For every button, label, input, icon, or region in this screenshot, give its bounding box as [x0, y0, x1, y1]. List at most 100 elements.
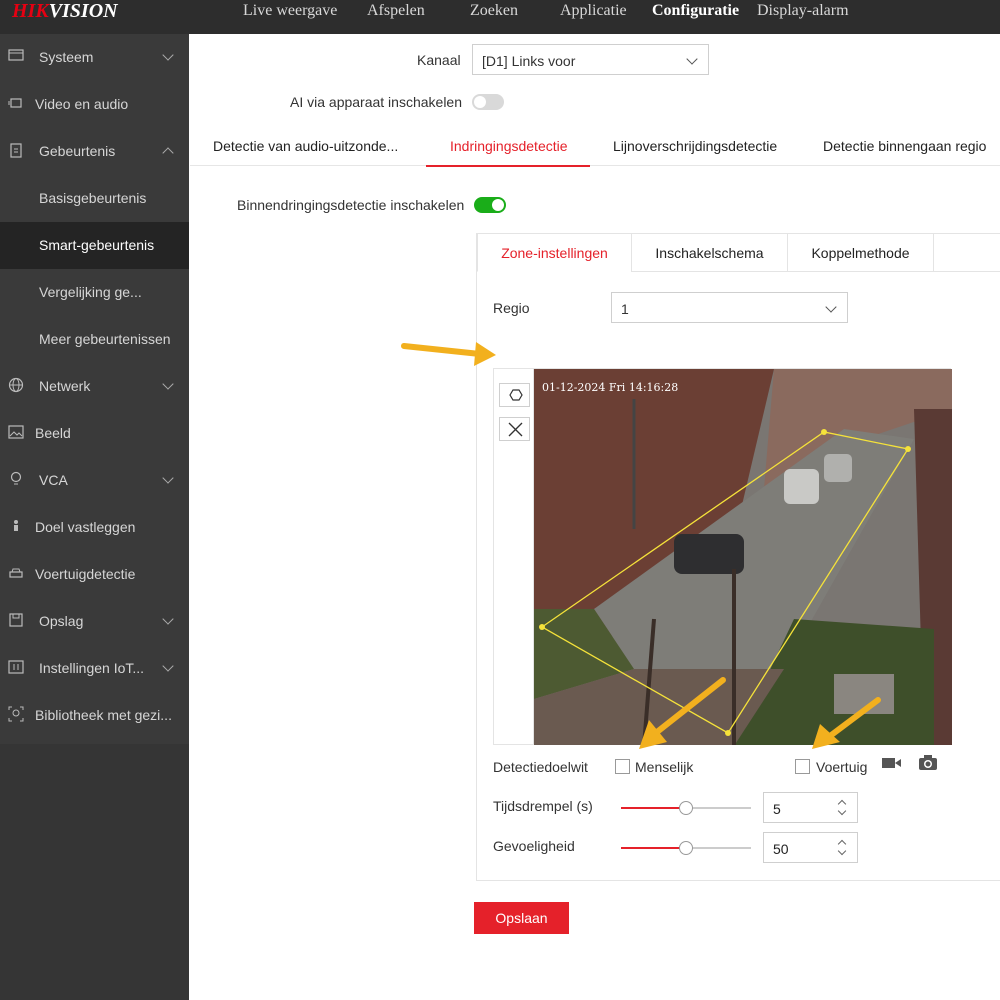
sidebar-item-iot-settings[interactable]: Instellingen IoT...	[0, 645, 189, 692]
toggle-knob	[492, 199, 504, 211]
toggle-knob	[474, 96, 486, 108]
sidebar-item-label: Opslag	[39, 613, 84, 629]
time-threshold-handle[interactable]	[679, 801, 693, 815]
sidebar-item-system[interactable]: Systeem	[0, 34, 189, 81]
subtab-linkage-method[interactable]: Koppelmethode	[787, 234, 934, 272]
sensitivity-label: Gevoeligheid	[493, 838, 575, 854]
sidebar-item-vehicle-detection[interactable]: Voertuigdetectie	[0, 551, 189, 598]
sidebar-item-label: Gebeurtenis	[39, 143, 116, 159]
globe-icon	[8, 377, 24, 393]
clear-zone-button[interactable]	[499, 417, 530, 441]
sensitivity-value: 50	[773, 841, 789, 857]
tab-intrusion-detection[interactable]: Indringingsdetectie	[450, 138, 568, 154]
chevron-down-icon	[162, 378, 174, 390]
intrusion-enable-label: Binnendringingsdetectie inschakelen	[237, 197, 465, 213]
subtab-zone-settings[interactable]: Zone-instellingen	[477, 234, 632, 272]
sidebar-item-label: Bibliotheek met gezi...	[35, 707, 172, 723]
sidebar-item-label: Smart-gebeurtenis	[39, 237, 155, 253]
time-threshold-fill	[621, 807, 686, 809]
sidebar-item-label: VCA	[39, 472, 68, 488]
sidebar: Systeem Video en audio Gebeurtenis Basis…	[0, 34, 189, 1000]
nav-live-view[interactable]: Live weergave	[243, 2, 337, 20]
zone-vertex[interactable]	[539, 624, 545, 630]
intrusion-enable-toggle[interactable]	[474, 197, 506, 213]
save-button[interactable]: Opslaan	[474, 902, 569, 934]
zone-vertex[interactable]	[821, 429, 827, 435]
sidebar-item-image[interactable]: Beeld	[0, 410, 189, 457]
sidebar-item-label: Netwerk	[39, 378, 91, 394]
annotation-arrow	[401, 342, 496, 366]
iot-icon	[8, 660, 24, 674]
sensitivity-fill	[621, 847, 686, 849]
region-select[interactable]: 1	[611, 292, 848, 323]
sidebar-item-storage[interactable]: Opslag	[0, 598, 189, 645]
zone-settings-panel: Zone-instellingen Inschakelschema Koppel…	[476, 233, 1000, 881]
sidebar-item-basic-event[interactable]: Basisgebeurtenis	[0, 175, 189, 222]
sidebar-item-label: Beeld	[35, 425, 71, 441]
sidebar-item-smart-event[interactable]: Smart-gebeurtenis	[0, 222, 189, 269]
close-icon	[508, 422, 523, 437]
region-select-value: 1	[621, 301, 629, 317]
sensitivity-handle[interactable]	[679, 841, 693, 855]
bulb-icon	[10, 471, 22, 485]
sidebar-empty-area	[0, 744, 189, 1000]
person-target-icon	[14, 520, 18, 531]
sidebar-item-face-library[interactable]: Bibliotheek met gezi...	[0, 692, 189, 739]
zone-vertex[interactable]	[905, 446, 911, 452]
sidebar-item-vca[interactable]: VCA	[0, 457, 189, 504]
active-tab-indicator	[426, 165, 590, 167]
hikvision-logo: HIKVISION	[12, 0, 118, 22]
face-icon	[8, 706, 24, 722]
ai-enable-label: AI via apparaat inschakelen	[290, 94, 462, 110]
tab-line-crossing[interactable]: Lijnoverschrijdingsdetectie	[613, 138, 777, 154]
polygon-icon	[509, 389, 523, 401]
nav-configuration[interactable]: Configuratie	[652, 2, 739, 20]
chevron-down-icon	[162, 472, 174, 484]
vehicle-checkbox[interactable]	[795, 759, 810, 774]
sidebar-item-network[interactable]: Netwerk	[0, 363, 189, 410]
top-bar: HIKVISION Live weergave Afspelen Zoeken …	[0, 0, 1000, 34]
sidebar-item-label: Video en audio	[35, 96, 129, 112]
sidebar-item-label: Systeem	[39, 49, 94, 65]
nav-display-alarm[interactable]: Display-alarm	[757, 2, 849, 20]
chevron-up-icon	[162, 147, 174, 159]
camera-snapshot-icon[interactable]	[917, 753, 939, 771]
sidebar-item-event[interactable]: Gebeurtenis	[0, 128, 189, 175]
sidebar-item-more-events[interactable]: Meer gebeurtenissen	[0, 316, 189, 363]
sidebar-item-target-capture[interactable]: Doel vastleggen	[0, 504, 189, 551]
clipboard-icon	[10, 143, 22, 158]
annotation-arrow	[639, 677, 726, 749]
chevron-down-icon	[686, 53, 698, 65]
sidebar-item-comparison[interactable]: Vergelijking ge...	[0, 269, 189, 316]
detection-tabs: Detectie van audio-uitzonde... Indringin…	[190, 130, 1000, 166]
camera-preview[interactable]: 01-12-2024 Fri 14:16:28	[533, 368, 952, 780]
camera-image: 01-12-2024 Fri 14:16:28	[534, 369, 952, 746]
tab-region-entrance[interactable]: Detectie binnengaan regio	[823, 138, 986, 154]
time-threshold-input[interactable]: 5	[763, 792, 858, 823]
sidebar-item-video-audio[interactable]: Video en audio	[0, 81, 189, 128]
car-icon	[9, 568, 23, 578]
subtab-arming-schedule[interactable]: Inschakelschema	[631, 234, 788, 272]
main-content: Kanaal [D1] Links voor AI via apparaat i…	[190, 34, 1000, 1000]
nav-search[interactable]: Zoeken	[470, 2, 518, 20]
chevron-down-icon[interactable]	[837, 846, 847, 856]
chevron-down-icon	[162, 660, 174, 672]
tab-audio-exception[interactable]: Detectie van audio-uitzonde...	[213, 138, 398, 154]
sensitivity-input[interactable]: 50	[763, 832, 858, 863]
sidebar-item-label: Basisgebeurtenis	[39, 190, 147, 206]
detection-target-label: Detectiedoelwit	[493, 759, 588, 775]
vehicle-checkbox-label: Voertuig	[816, 759, 868, 775]
ai-enable-toggle[interactable]	[472, 94, 504, 110]
record-video-icon[interactable]	[881, 755, 903, 771]
time-threshold-label: Tijdsdrempel (s)	[493, 798, 593, 814]
annotation-arrow	[812, 697, 881, 749]
monitor-icon	[8, 49, 24, 61]
nav-playback[interactable]: Afspelen	[367, 2, 425, 20]
draw-polygon-button[interactable]	[499, 383, 530, 407]
nav-application[interactable]: Applicatie	[560, 2, 627, 20]
channel-select[interactable]: [D1] Links voor	[472, 44, 709, 75]
chevron-down-icon[interactable]	[837, 806, 847, 816]
human-checkbox[interactable]	[615, 759, 630, 774]
sidebar-item-label: Meer gebeurtenissen	[39, 331, 171, 347]
sidebar-item-label: Vergelijking ge...	[39, 284, 142, 300]
